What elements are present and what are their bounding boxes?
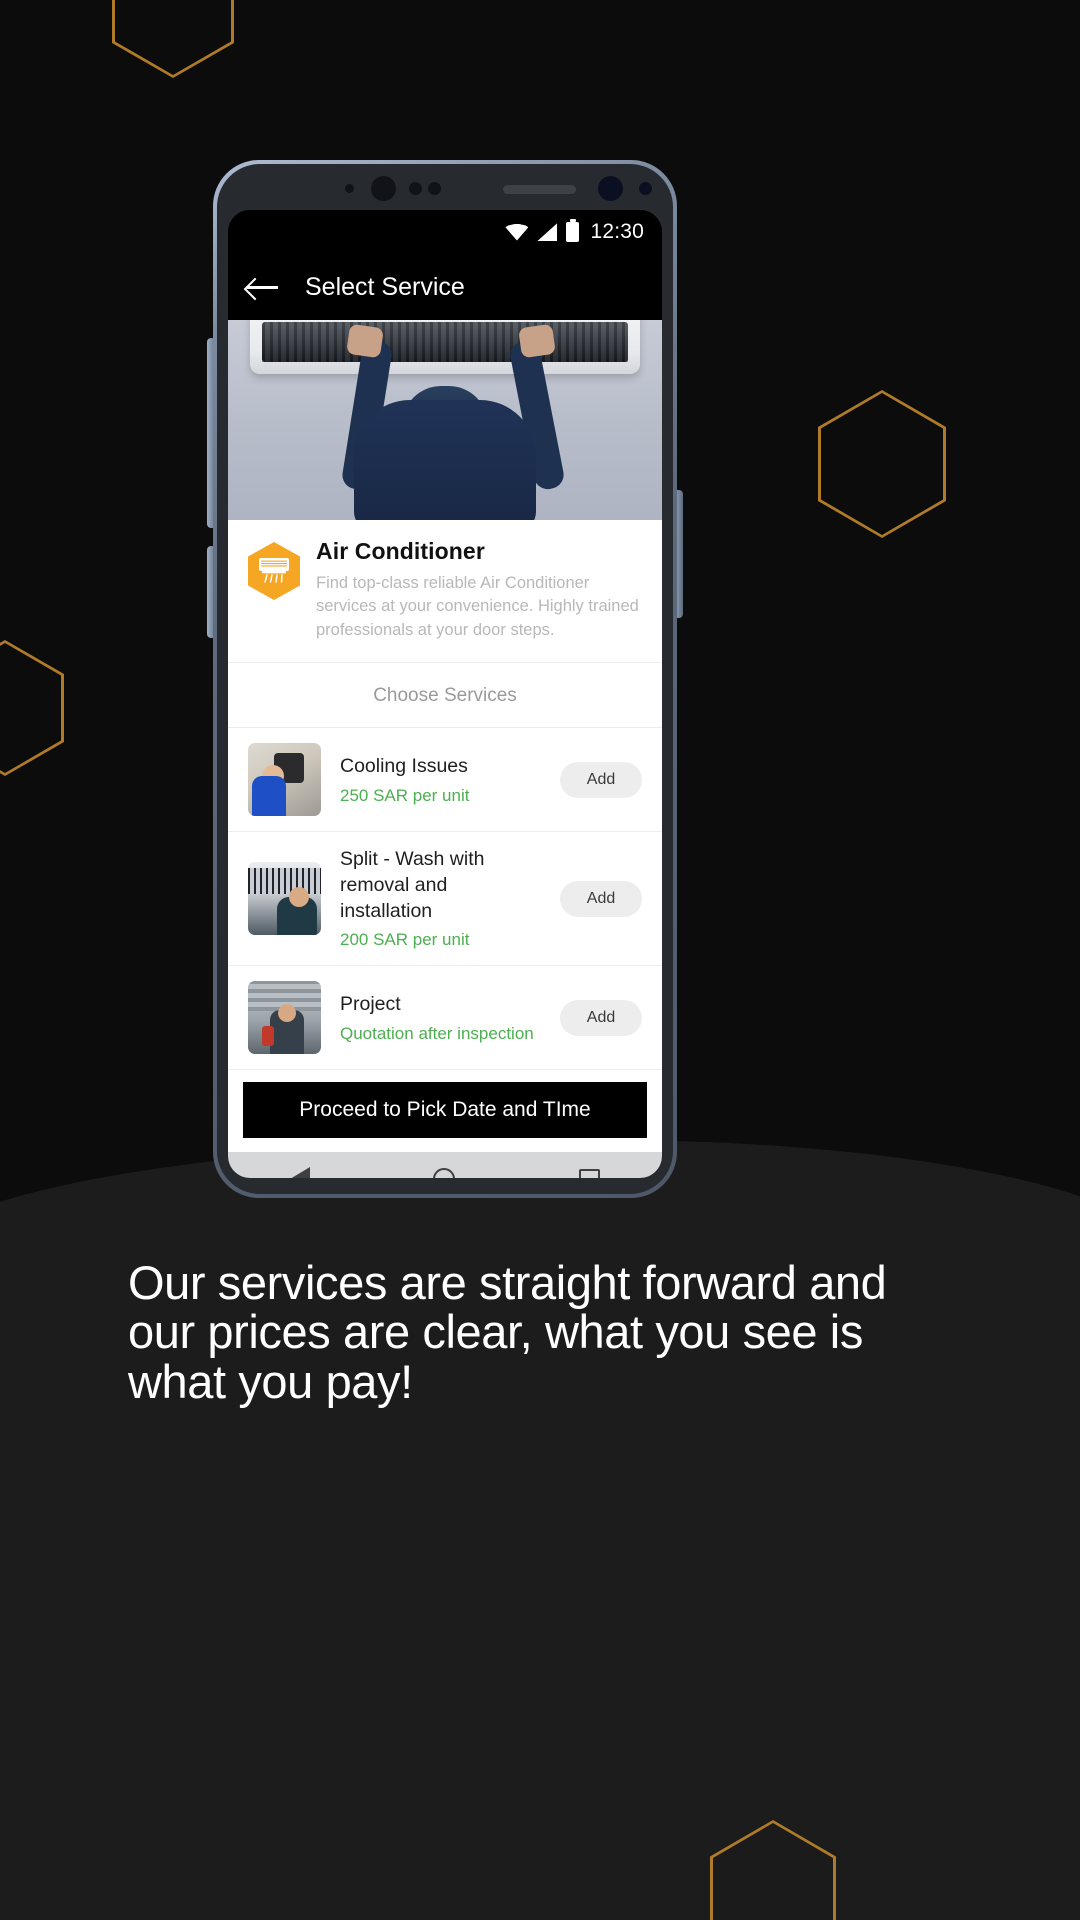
add-service-button[interactable]: Add: [560, 880, 642, 917]
battery-icon: [566, 219, 580, 242]
back-arrow-icon[interactable]: [247, 275, 279, 299]
list-item[interactable]: Project Quotation after inspection Add: [228, 966, 662, 1071]
page-title: Select Service: [305, 272, 465, 301]
proximity-sensor-icon: [409, 182, 422, 195]
service-category-description: Find top-class reliable Air Conditioner …: [316, 574, 639, 639]
service-thumbnail: [248, 862, 321, 936]
air-conditioner-hexagon-icon: [248, 542, 300, 600]
list-item[interactable]: Cooling Issues 250 SAR per unit Add: [228, 728, 662, 833]
ac-unit-glyph: [259, 558, 289, 583]
android-back-icon[interactable]: [289, 1167, 310, 1178]
light-sensor-icon: [428, 182, 441, 195]
service-thumbnail: [248, 743, 321, 817]
service-price: Quotation after inspection: [340, 1023, 534, 1043]
iris-scanner-icon: [598, 176, 623, 201]
service-thumbnail: [248, 981, 321, 1055]
android-recents-icon[interactable]: [579, 1168, 601, 1178]
list-item[interactable]: Split - Wash with removal and installati…: [228, 832, 662, 967]
add-service-button[interactable]: Add: [560, 999, 642, 1036]
service-name: Project: [340, 993, 401, 1016]
hero-technician-left-hand: [346, 323, 384, 359]
service-list: Cooling Issues 250 SAR per unit Add Spli…: [228, 728, 662, 1071]
service-price: 250 SAR per unit: [340, 785, 470, 805]
hero-ac-unit: [250, 320, 640, 374]
sensor-led-icon: [345, 184, 354, 193]
hexagon-decoration-top-left: [112, 0, 234, 78]
proceed-button-container: Proceed to Pick Date and TIme: [228, 1070, 662, 1153]
service-category-card: Air Conditioner Find top-class reliable …: [228, 520, 662, 664]
wifi-icon: [505, 223, 529, 241]
service-price: 200 SAR per unit: [340, 930, 470, 950]
signal-icon: [537, 223, 558, 241]
status-bar: 12:30: [228, 210, 662, 254]
service-name: Split - Wash with removal and installati…: [340, 848, 485, 922]
hero-image: [228, 320, 662, 520]
status-bar-time: 12:30: [590, 220, 644, 243]
app-bar: Select Service: [228, 254, 662, 320]
hero-ac-grille: [262, 322, 628, 362]
secondary-sensor-icon: [639, 182, 652, 195]
hexagon-decoration-right: [818, 390, 946, 538]
phone-body: 12:30 Select Service Air Conditioner Fin…: [213, 160, 677, 1198]
hero-technician-torso: [354, 400, 536, 520]
phone-sensor-cluster: [213, 170, 677, 201]
hexagon-decoration-left: [0, 640, 64, 776]
hero-technician-right-hand: [518, 323, 556, 359]
phone-mockup: 12:30 Select Service Air Conditioner Fin…: [207, 160, 683, 1198]
service-category-title: Air Conditioner: [316, 538, 485, 564]
service-name: Cooling Issues: [340, 754, 468, 777]
front-camera-icon: [371, 176, 396, 201]
hexagon-decoration-bottom-right: [710, 1820, 836, 1920]
phone-frame: 12:30 Select Service Air Conditioner Fin…: [217, 164, 673, 1194]
proceed-to-pick-date-button[interactable]: Proceed to Pick Date and TIme: [243, 1082, 647, 1139]
phone-screen: 12:30 Select Service Air Conditioner Fin…: [228, 210, 662, 1178]
android-navigation-bar: [228, 1152, 662, 1178]
android-home-icon[interactable]: [433, 1168, 456, 1178]
add-service-button[interactable]: Add: [560, 761, 642, 798]
marketing-caption: Our services are straight forward and ou…: [128, 1256, 887, 1408]
choose-services-header: Choose Services: [228, 663, 662, 729]
earpiece-speaker: [503, 185, 576, 194]
